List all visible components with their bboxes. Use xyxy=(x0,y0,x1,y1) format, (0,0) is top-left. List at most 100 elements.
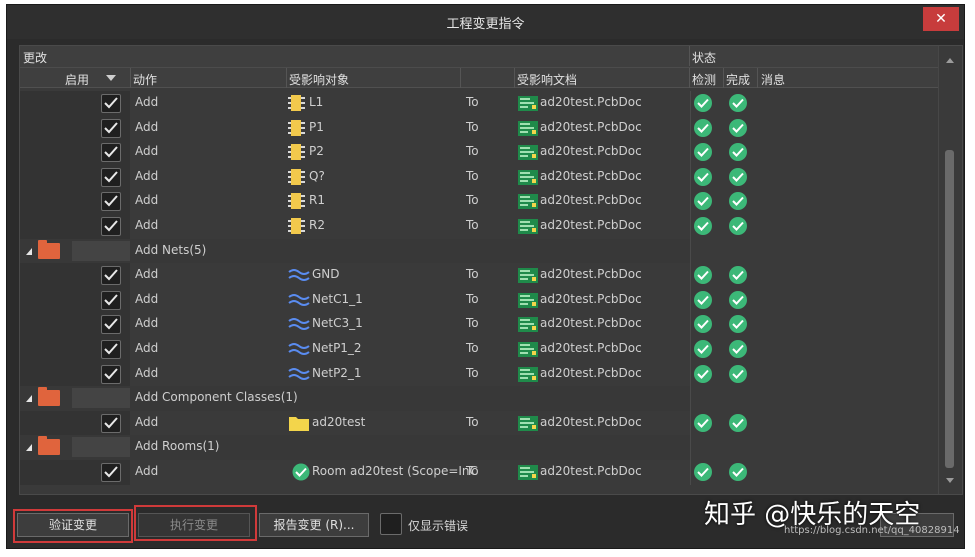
collapse-arrow-icon[interactable] xyxy=(26,395,32,403)
to-cell: To xyxy=(466,119,479,134)
affected-doc-cell: ad20test.PcbDoc xyxy=(540,144,642,159)
table-row[interactable]: Add Room ad20test (Scope=InC To ad20test.Pc… xyxy=(20,460,938,485)
header-affected-object[interactable]: 受影响对象 xyxy=(289,71,349,88)
affected-object-cell: NetP1_2 xyxy=(312,341,362,355)
done-ok-icon xyxy=(729,364,747,383)
component-icon xyxy=(288,192,308,213)
check-ok-icon xyxy=(694,364,712,383)
table-row[interactable]: Add GND To ad20test.PcbDoc xyxy=(20,263,938,288)
header-status: 状态 xyxy=(692,51,717,65)
table-row[interactable]: Add P2 To ad20test.PcbDoc xyxy=(20,140,938,165)
component-icon xyxy=(288,94,308,115)
affected-doc-cell: ad20test.PcbDoc xyxy=(540,193,642,208)
action-cell: Add xyxy=(135,168,159,183)
pcb-doc-icon xyxy=(518,168,540,189)
header-group-row: 更改 状态 xyxy=(20,46,938,68)
component-icon xyxy=(288,168,308,189)
enable-checkbox[interactable] xyxy=(101,217,121,236)
scroll-thumb[interactable] xyxy=(945,150,954,468)
enable-checkbox[interactable] xyxy=(101,413,121,433)
enable-checkbox[interactable] xyxy=(101,266,121,286)
table-row[interactable]: Add NetP2_1 To ad20test.PcbDoc xyxy=(20,361,938,387)
window-title: 工程变更指令 xyxy=(446,17,525,32)
pcb-doc-icon xyxy=(518,291,540,312)
action-cell: Add xyxy=(135,291,159,306)
eco-dialog: 工程变更指令 ✕ 更改 状态 启用 动作 受影响对象 受影响文档 检测 完成 消… xyxy=(6,4,965,549)
table-row[interactable]: Add L1 To ad20test.PcbDoc xyxy=(20,91,938,116)
table-row[interactable]: Add NetC3_1 To ad20test.PcbDoc xyxy=(20,312,938,337)
enable-checkbox[interactable] xyxy=(101,167,121,187)
pcb-doc-icon xyxy=(518,365,540,386)
enable-checkbox[interactable] xyxy=(101,192,121,212)
enable-checkbox[interactable] xyxy=(101,94,121,113)
table-row[interactable]: Add R1 To ad20test.PcbDoc xyxy=(20,189,938,214)
to-cell: To xyxy=(466,341,479,355)
component-icon xyxy=(288,119,308,140)
header-affected-doc[interactable]: 受影响文档 xyxy=(517,71,577,88)
header-action[interactable]: 动作 xyxy=(133,71,157,88)
affected-doc-cell: ad20test.PcbDoc xyxy=(540,291,642,306)
to-cell: To xyxy=(466,218,479,232)
collapse-arrow-icon[interactable] xyxy=(26,247,32,255)
enable-checkbox[interactable] xyxy=(101,340,121,359)
report-changes-button[interactable]: 报告变更 (R)... xyxy=(259,513,369,537)
table-row[interactable]: Add ad20test To ad20test.PcbDoc xyxy=(20,410,938,436)
done-ok-icon xyxy=(729,94,747,112)
header-check[interactable]: 检测 xyxy=(692,71,716,88)
affected-doc-cell: ad20test.PcbDoc xyxy=(540,168,642,183)
enable-checkbox[interactable] xyxy=(101,118,121,138)
collapse-arrow-icon[interactable] xyxy=(26,444,32,452)
affected-object-cell: P1 xyxy=(309,119,324,134)
affected-object-cell: NetP2_1 xyxy=(312,365,362,380)
sort-arrow-icon[interactable] xyxy=(106,75,116,81)
affected-doc-cell: ad20test.PcbDoc xyxy=(540,218,642,232)
check-ok-icon xyxy=(694,118,712,137)
header-enable[interactable]: 启用 xyxy=(65,71,89,88)
pcb-doc-icon xyxy=(518,414,540,435)
header-changes: 更改 xyxy=(23,51,48,65)
folder-icon xyxy=(38,387,60,407)
net-icon xyxy=(288,365,310,386)
affected-object-cell: R1 xyxy=(309,193,325,208)
to-cell: To xyxy=(466,95,479,109)
done-ok-icon xyxy=(729,340,747,358)
check-ok-icon xyxy=(694,94,712,112)
affected-doc-cell: ad20test.PcbDoc xyxy=(540,119,642,134)
header-message[interactable]: 消息 xyxy=(761,71,785,88)
group-label: Add Rooms(1) xyxy=(135,439,220,454)
pcb-doc-icon xyxy=(518,217,540,238)
table-row[interactable]: Add R2 To ad20test.PcbDoc xyxy=(20,214,938,239)
group-row[interactable]: Add Rooms(1) xyxy=(20,435,938,460)
pcb-doc-icon xyxy=(518,315,540,336)
action-cell: Add xyxy=(135,316,159,331)
check-ok-icon xyxy=(694,340,712,358)
group-row[interactable]: Add Nets(5) xyxy=(20,238,938,264)
only-errors-checkbox[interactable] xyxy=(380,513,402,535)
pcb-doc-icon xyxy=(518,143,540,164)
enable-checkbox[interactable] xyxy=(101,364,121,384)
enable-checkbox[interactable] xyxy=(101,463,121,482)
scroll-down-icon[interactable] xyxy=(946,478,954,483)
table-row[interactable]: Add P1 To ad20test.PcbDoc xyxy=(20,115,938,141)
header-columns-row: 启用 动作 受影响对象 受影响文档 检测 完成 消息 xyxy=(20,68,938,88)
watermark-url: https://blog.csdn.net/qq_40828914 xyxy=(784,525,960,536)
enable-checkbox[interactable] xyxy=(101,315,121,335)
group-row[interactable]: Add Component Classes(1) xyxy=(20,386,938,411)
action-cell: Add xyxy=(135,365,159,380)
only-errors-label: 仅显示错误 xyxy=(408,519,469,533)
enable-checkbox[interactable] xyxy=(101,143,121,163)
vertical-scrollbar[interactable] xyxy=(938,46,962,494)
net-icon xyxy=(288,315,310,336)
pcb-doc-icon xyxy=(518,192,540,213)
enable-checkbox[interactable] xyxy=(101,290,121,310)
scroll-up-icon[interactable] xyxy=(946,58,954,63)
done-ok-icon xyxy=(729,413,747,432)
table-row[interactable]: Add NetP1_2 To ad20test.PcbDoc xyxy=(20,337,938,362)
folder-icon xyxy=(38,239,60,259)
done-ok-icon xyxy=(729,167,747,186)
table-row[interactable]: Add Q? To ad20test.PcbDoc xyxy=(20,164,938,190)
header-done[interactable]: 完成 xyxy=(726,71,750,88)
table-row[interactable]: Add NetC1_1 To ad20test.PcbDoc xyxy=(20,287,938,313)
affected-doc-cell: ad20test.PcbDoc xyxy=(540,414,642,429)
close-button[interactable]: ✕ xyxy=(923,7,959,31)
